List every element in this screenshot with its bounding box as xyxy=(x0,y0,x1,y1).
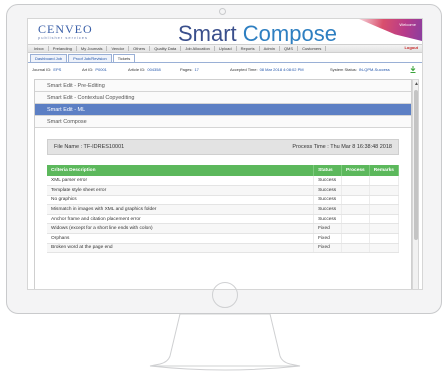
table-row: XML parser error Success xyxy=(47,176,400,187)
nav-item-vendor[interactable]: Vendor xyxy=(107,46,130,51)
article-id-value: 004358 xyxy=(147,67,161,72)
file-name: File Name : TF-IDRES10001 xyxy=(54,144,125,150)
table-row: No graphics Success xyxy=(47,195,400,206)
remarks-cell xyxy=(369,185,400,196)
nav-item-job-allocation[interactable]: Job Allocation xyxy=(181,46,215,51)
user-greeting: Welcome xyxy=(399,22,416,27)
remarks-cell xyxy=(369,214,400,225)
criteria-cell: Mismatch in images with XML and graphics… xyxy=(47,204,315,215)
nav-item-inbox[interactable]: Inbox xyxy=(30,46,49,51)
art-id-label: Art ID: xyxy=(82,67,94,72)
status-cell: Success xyxy=(313,204,343,215)
status-cell: Fixed xyxy=(313,233,343,244)
col-criteria-description: Criteria Description xyxy=(47,165,315,176)
remarks-cell xyxy=(369,243,400,254)
accepted-time-label: Accepted Time: xyxy=(230,67,258,72)
pages-value: 17 xyxy=(194,67,199,72)
nav-item-others[interactable]: Others xyxy=(129,46,151,51)
brand-logo: CENVEO publisher services xyxy=(38,22,98,42)
criteria-cell: Broken word at the page end xyxy=(47,243,315,254)
monitor-frame: CENVEO publisher services Smart Compose … xyxy=(6,4,442,314)
table-header-row: Criteria Description Status Process Rema… xyxy=(47,165,400,176)
process-time: Process Time : Thu Mar 8 16:38:48 2018 xyxy=(292,144,392,150)
status-cell: Success xyxy=(313,176,343,187)
table-row: Anchor frame and citation placement erro… xyxy=(47,214,400,225)
job-info-bar: Journal ID: EPS Art ID: P0001 Article ID: 0… xyxy=(32,65,418,74)
process-cell xyxy=(341,195,370,206)
process-cell xyxy=(341,214,370,225)
criteria-cell: XML parser error xyxy=(47,176,315,187)
table-row: Template style sheet error Success xyxy=(47,185,400,196)
system-status-label: System Status: xyxy=(330,67,357,72)
power-button-icon xyxy=(212,282,238,308)
article-id-label: Article ID: xyxy=(128,67,146,72)
col-remarks: Remarks xyxy=(369,165,400,176)
journal-id-label: Journal ID: xyxy=(32,67,52,72)
scroll-up-icon[interactable]: ▲ xyxy=(414,81,419,87)
tab-tickets[interactable]: Tickets xyxy=(112,54,136,62)
app-title-smart: Smart xyxy=(178,21,243,46)
remarks-cell xyxy=(369,233,400,244)
table-row: Broken word at the page end Fixed xyxy=(47,243,400,254)
status-cell: Success xyxy=(313,185,343,196)
process-cell xyxy=(341,223,370,235)
nav-item-my-journals[interactable]: My Journals xyxy=(77,46,108,51)
remarks-cell xyxy=(369,176,400,187)
criteria-cell: Widows (except for a short line ends wit… xyxy=(47,223,315,235)
criteria-cell: Orphans xyxy=(47,233,315,244)
file-info-header: File Name : TF-IDRES10001 Process Time :… xyxy=(47,139,399,155)
tab-bar: Dashboard Job Proof Job/Revision Tickets xyxy=(28,54,422,63)
accordion-ml[interactable]: Smart Edit - ML xyxy=(35,104,411,116)
scroll-thumb[interactable] xyxy=(414,90,418,240)
camera-icon xyxy=(219,8,226,15)
pages-label: Pages: xyxy=(180,67,193,72)
remarks-cell xyxy=(369,195,400,206)
status-cell: Fixed xyxy=(313,223,343,235)
criteria-cell: No graphics xyxy=(47,195,315,206)
status-cell: Success xyxy=(313,214,343,225)
system-status-value: IN-QPM-Success xyxy=(358,67,390,72)
journal-id-value: EPS xyxy=(53,67,62,72)
main-nav: Inbox Prelanding My Journals Vendor Othe… xyxy=(28,44,422,53)
table-row: Widows (except for a short line ends wit… xyxy=(47,223,400,235)
process-cell xyxy=(341,204,370,215)
accordion-smart-compose[interactable]: Smart Compose xyxy=(35,116,411,128)
status-cell: Fixed xyxy=(313,243,343,254)
table-row: Orphans Fixed xyxy=(47,233,400,244)
art-id-value: P0001 xyxy=(95,67,107,72)
nav-item-prelanding[interactable]: Prelanding xyxy=(49,46,77,51)
process-cell xyxy=(341,233,370,244)
tab-dashboard-job[interactable]: Dashboard Job xyxy=(30,54,68,62)
app-screen: CENVEO publisher services Smart Compose … xyxy=(27,18,423,290)
process-cell xyxy=(341,243,370,254)
nav-item-upload[interactable]: Upload xyxy=(215,46,237,51)
process-cell xyxy=(341,176,370,187)
remarks-cell xyxy=(369,223,400,235)
tab-proof-job[interactable]: Proof Job/Revision xyxy=(68,54,112,62)
remarks-cell xyxy=(369,204,400,215)
nav-item-admin[interactable]: Admin xyxy=(260,46,280,51)
panel-scrollbar[interactable]: ▲ xyxy=(412,79,419,289)
content-panel: Smart Edit - Pre-Editing Smart Edit - Co… xyxy=(34,79,412,289)
criteria-cell: Anchor frame and citation placement erro… xyxy=(47,214,315,225)
criteria-table: Criteria Description Status Process Rema… xyxy=(47,165,400,254)
accordion-pre-editing[interactable]: Smart Edit - Pre-Editing xyxy=(35,80,411,92)
nav-item-customers[interactable]: Customers xyxy=(298,46,327,51)
nav-item-reports[interactable]: Reports xyxy=(237,46,260,51)
table-row: Mismatch in images with XML and graphics… xyxy=(47,204,400,215)
col-process: Process xyxy=(341,165,370,176)
nav-item-quality-data[interactable]: Quality Data xyxy=(150,46,182,51)
accepted-time-value: 08 Mar 2018 4:08:02 PM xyxy=(259,67,304,72)
accordion-contextual-copyediting[interactable]: Smart Edit - Contextual Copyediting xyxy=(35,92,411,104)
status-cell: Success xyxy=(313,195,343,206)
col-status: Status xyxy=(313,165,343,176)
process-cell xyxy=(341,185,370,196)
app-title-compose: Compose xyxy=(242,21,337,46)
criteria-cell: Template style sheet error xyxy=(47,185,315,196)
download-icon[interactable] xyxy=(410,66,416,73)
logout-link[interactable]: Logout xyxy=(404,45,418,50)
nav-item-qms[interactable]: QMS xyxy=(280,46,299,51)
